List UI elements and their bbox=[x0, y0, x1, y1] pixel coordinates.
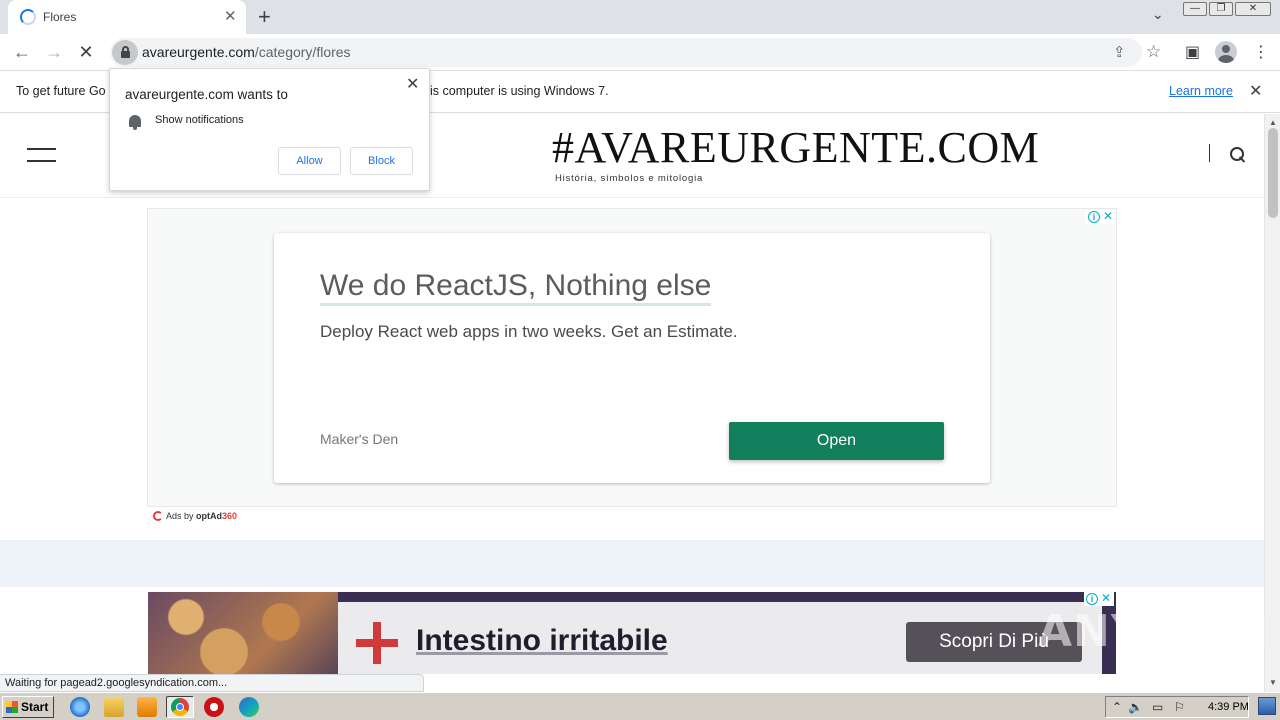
opera-icon[interactable] bbox=[204, 697, 224, 717]
bell-icon bbox=[129, 115, 141, 130]
loading-spinner-icon bbox=[20, 9, 36, 25]
prompt-close-icon[interactable]: ✕ bbox=[406, 74, 419, 94]
ad-description[interactable]: Deploy React web apps in two weeks. Get … bbox=[320, 322, 738, 342]
infobar-message-end: is computer is using Windows 7. bbox=[430, 84, 609, 98]
site-search-icon[interactable] bbox=[1229, 146, 1247, 164]
intestino-ad-banner[interactable]: Intestino irritabile Scopri Di Più i ✕ bbox=[148, 592, 1116, 674]
block-button[interactable]: Block bbox=[350, 147, 413, 175]
ad-headline[interactable]: We do ReactJS, Nothing else bbox=[320, 269, 712, 306]
back-button[interactable]: ← bbox=[10, 40, 34, 64]
scroll-thumb[interactable] bbox=[1268, 128, 1278, 218]
infobar-message-start: To get future Go bbox=[16, 84, 106, 98]
loading-status: Waiting for pagead2.googlesyndication.co… bbox=[0, 674, 424, 692]
ad-card[interactable]: We do ReactJS, Nothing else Deploy React… bbox=[274, 233, 990, 483]
allow-button[interactable]: Allow bbox=[278, 147, 341, 175]
scroll-up-arrow-icon[interactable]: ▲ bbox=[1269, 118, 1277, 127]
minimize-button[interactable]: — bbox=[1183, 2, 1207, 16]
ad-panel[interactable]: Intestino irritabile Scopri Di Più bbox=[338, 602, 1102, 674]
ad2-adchoices-info-icon[interactable]: i bbox=[1086, 593, 1098, 605]
ad2-adchoices-badge[interactable]: i ✕ bbox=[1084, 592, 1114, 606]
windows-taskbar: Start ⌃ 🔈 ▭ ⚐ 4:39 PM bbox=[0, 692, 1280, 720]
tab-flores[interactable]: Flores ✕ bbox=[8, 0, 246, 34]
stop-loading-button[interactable]: ✕ bbox=[74, 40, 98, 64]
ad-close-icon[interactable]: ✕ bbox=[1103, 209, 1113, 223]
permission-label: Show notifications bbox=[155, 114, 244, 126]
side-panel-icon[interactable]: ▣ bbox=[1185, 42, 1200, 62]
adchoices-info-icon[interactable]: i bbox=[1088, 211, 1100, 223]
forward-button[interactable]: → bbox=[42, 40, 66, 64]
edge-icon[interactable] bbox=[239, 697, 259, 717]
tray-expand-icon[interactable]: ⌃ bbox=[1112, 700, 1122, 714]
infobar-close-icon[interactable]: ✕ bbox=[1249, 81, 1262, 101]
tab-search-chevron-icon[interactable]: ⌄ bbox=[1152, 6, 1164, 23]
close-window-button[interactable]: ✕ bbox=[1235, 2, 1271, 16]
start-label: Start bbox=[21, 700, 49, 714]
explorer-folder-icon[interactable] bbox=[104, 697, 124, 717]
anyrun-watermark: ANY RUN bbox=[1038, 606, 1270, 657]
ads-by-optad360[interactable]: Ads by optAd360 bbox=[153, 511, 237, 521]
notification-permission-prompt: avareurgente.com wants to ✕ Show notific… bbox=[109, 68, 430, 191]
ad-open-button[interactable]: Open bbox=[729, 422, 944, 460]
url-host: avareurgente.com bbox=[142, 44, 255, 60]
prompt-title: avareurgente.com wants to bbox=[125, 87, 288, 102]
browser-menu-icon[interactable]: ⋮ bbox=[1253, 42, 1269, 62]
tab-title: Flores bbox=[43, 10, 77, 24]
medical-cross-icon bbox=[356, 622, 398, 664]
header-bottom-border bbox=[0, 197, 1264, 198]
volume-icon[interactable]: 🔈 bbox=[1128, 700, 1143, 714]
hamburger-menu-icon[interactable] bbox=[27, 148, 56, 162]
network-icon[interactable]: ▭ bbox=[1152, 700, 1163, 714]
adchoices-badge[interactable]: i ✕ bbox=[1086, 209, 1116, 224]
chrome-taskbar-button[interactable] bbox=[166, 696, 194, 718]
share-icon[interactable]: ⇪ bbox=[1113, 43, 1126, 61]
ads-by-brand: optAd bbox=[196, 511, 223, 521]
address-bar[interactable]: avareurgente.com/category/flores ⇪ ☆ bbox=[110, 38, 1161, 67]
site-logo[interactable]: #AVAREURGENTE.COM bbox=[552, 122, 1039, 173]
start-button[interactable]: Start bbox=[2, 696, 54, 718]
ads-by-label: Ads by bbox=[166, 511, 197, 521]
optad-logo-icon bbox=[153, 511, 163, 521]
tab-close-icon[interactable]: ✕ bbox=[224, 8, 237, 26]
media-player-icon[interactable] bbox=[137, 697, 157, 717]
windows-logo-icon bbox=[6, 701, 18, 713]
action-center-flag-icon[interactable]: ⚐ bbox=[1174, 700, 1185, 714]
bookmark-star-icon[interactable]: ☆ bbox=[1146, 42, 1161, 62]
show-desktop-button[interactable] bbox=[1258, 697, 1276, 715]
content-band bbox=[0, 540, 1264, 587]
site-tagline: História, símbolos e mitologia bbox=[555, 173, 704, 184]
scroll-down-arrow-icon[interactable]: ▼ bbox=[1269, 678, 1277, 687]
header-divider bbox=[1209, 144, 1210, 162]
react-ad-banner[interactable]: i ✕ We do ReactJS, Nothing else Deploy R… bbox=[147, 208, 1117, 507]
taskbar-clock[interactable]: 4:39 PM bbox=[1208, 701, 1249, 713]
tab-strip: Flores ✕ + ⌄ — ❐ ✕ bbox=[0, 0, 1280, 34]
learn-more-link[interactable]: Learn more bbox=[1169, 84, 1233, 98]
browser-toolbar: ← → ✕ avareurgente.com/category/flores ⇪… bbox=[0, 34, 1280, 71]
restore-button[interactable]: ❐ bbox=[1209, 2, 1233, 16]
ad-advertiser[interactable]: Maker's Den bbox=[320, 431, 398, 447]
url-text[interactable]: avareurgente.com/category/flores bbox=[142, 44, 351, 60]
ads-by-brand-number: 360 bbox=[222, 511, 238, 521]
ad-image[interactable] bbox=[148, 592, 338, 674]
new-tab-button[interactable]: + bbox=[258, 5, 271, 29]
profile-avatar-icon[interactable] bbox=[1215, 41, 1237, 63]
ad2-close-icon[interactable]: ✕ bbox=[1101, 592, 1111, 605]
site-info-button[interactable] bbox=[112, 40, 138, 65]
url-path: /category/flores bbox=[254, 44, 351, 60]
ad2-title[interactable]: Intestino irritabile bbox=[416, 624, 668, 658]
ie-icon[interactable] bbox=[70, 697, 90, 717]
page-content: #AVAREURGENTE.COM História, símbolos e m… bbox=[0, 114, 1264, 674]
